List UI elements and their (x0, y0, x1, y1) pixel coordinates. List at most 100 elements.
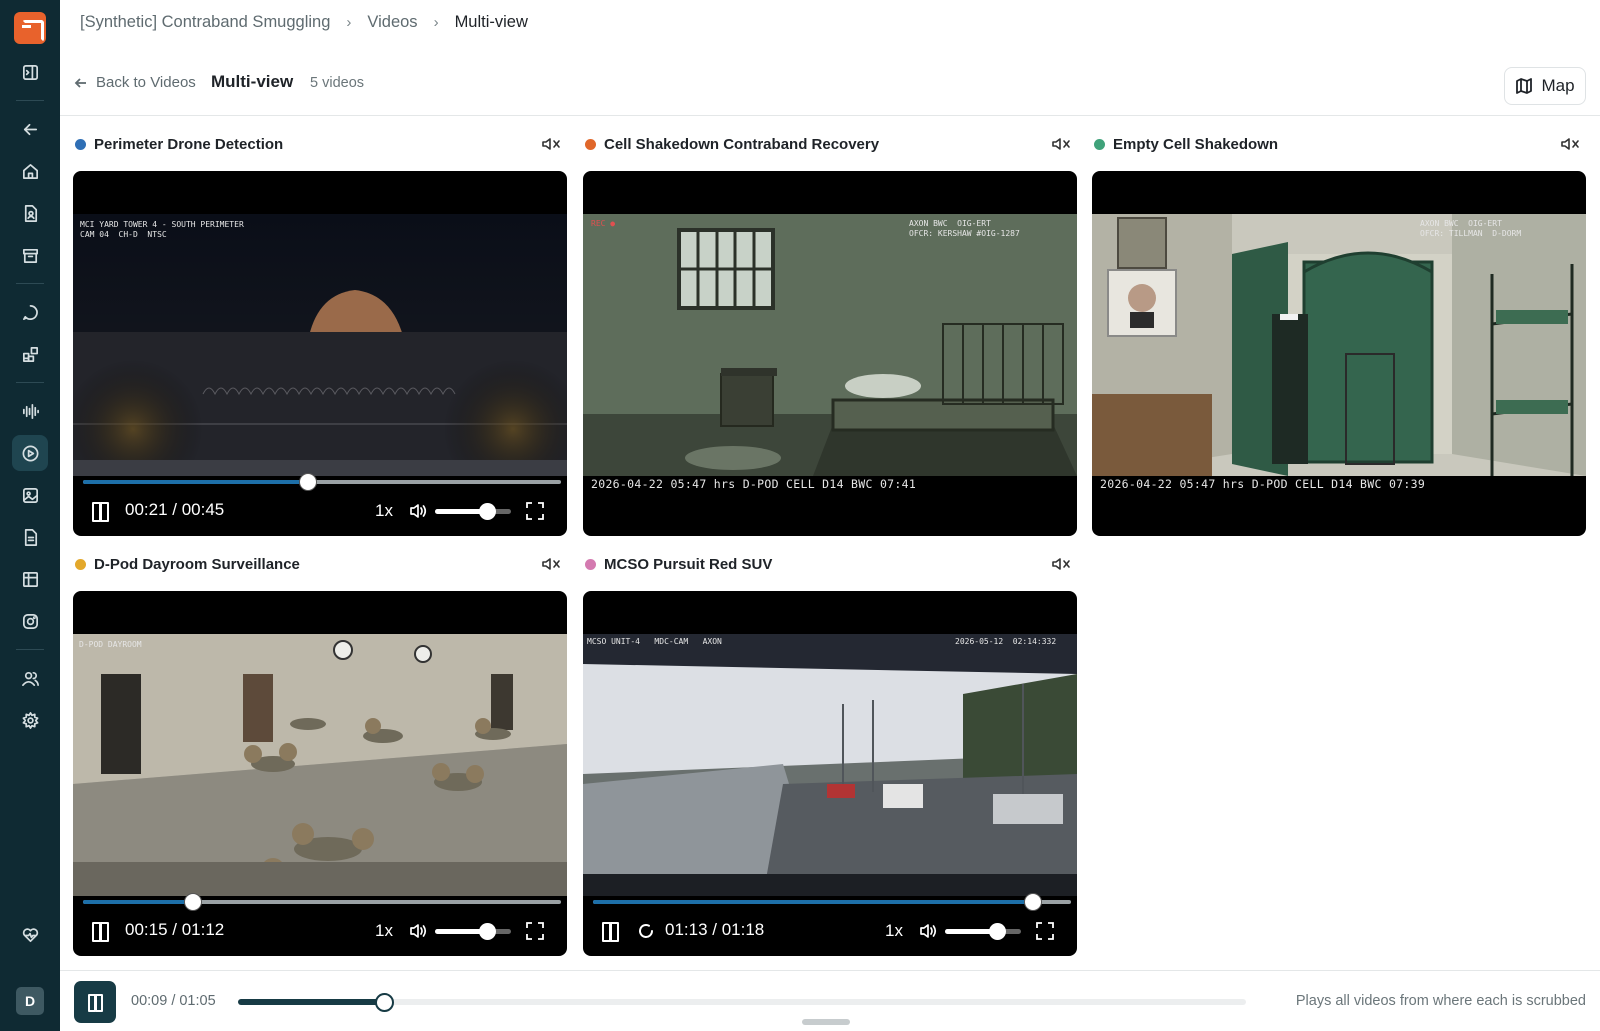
table-icon[interactable] (12, 561, 48, 597)
video-title: Empty Cell Shakedown (1113, 135, 1279, 153)
page-subheader: Back to Videos Multi-view 5 videos Map (60, 64, 1600, 116)
video-color-dot (585, 138, 596, 150)
back-to-videos-link[interactable]: Back to Videos (74, 74, 196, 91)
breadcrumb-videos[interactable]: Videos (367, 13, 417, 32)
video-tile: Perimeter Drone Detection MCI YARD TOWER… (73, 131, 567, 536)
video-color-dot (75, 138, 86, 150)
master-seek-handle[interactable] (375, 993, 395, 1012)
video-tile: Cell Shakedown Contraband Recovery REC ●… (583, 131, 1077, 536)
chat-icon[interactable] (12, 294, 48, 330)
video-frame-image (1092, 214, 1586, 476)
video-time: 00:21 / 00:45 (125, 500, 225, 519)
seek-handle[interactable] (1023, 893, 1042, 911)
video-count: 5 videos (310, 75, 365, 91)
seek-bar[interactable] (83, 473, 561, 491)
video-frame-image (583, 214, 1077, 476)
breadcrumb-chevron-icon: › (346, 13, 352, 31)
volume-slider[interactable] (945, 923, 1021, 940)
seek-handle[interactable] (183, 893, 202, 911)
master-hint-text: Plays all videos from where each is scru… (1295, 993, 1586, 1009)
fullscreen-icon[interactable] (525, 501, 545, 521)
master-time: 00:09 / 01:05 (131, 993, 216, 1009)
player-controls: 01:13 / 01:18 1x (583, 913, 1077, 949)
back-label: Back to Videos (96, 74, 196, 91)
playback-rate-button[interactable]: 1x (375, 921, 393, 941)
muted-speaker-icon[interactable] (1560, 136, 1580, 152)
fullscreen-icon[interactable] (1035, 921, 1055, 941)
camera-overlay-text: MCI YARD TOWER 4 - SOUTH PERIMETER CAM 0… (80, 220, 244, 239)
app-logo[interactable] (14, 12, 46, 44)
seek-bar[interactable] (593, 893, 1071, 911)
camera-timestamp: 2026-04-22 05:47 hrs D-POD CELL D14 BWC … (591, 477, 917, 491)
user-avatar[interactable]: D (16, 987, 44, 1015)
video-player[interactable]: AXON BWC OIG-ERT OFCR: TILLMAN D-DORM 20… (1092, 171, 1586, 536)
player-controls: 00:15 / 01:12 1x (73, 913, 567, 949)
video-title: Cell Shakedown Contraband Recovery (604, 135, 880, 153)
master-pause-button[interactable] (74, 981, 116, 1023)
video-color-dot (1094, 138, 1105, 150)
social-media-icon[interactable] (12, 603, 48, 639)
video-title: D-Pod Dayroom Surveillance (94, 555, 300, 573)
resize-handle[interactable] (802, 1019, 850, 1025)
volume-icon[interactable] (409, 502, 429, 520)
pause-icon[interactable] (91, 502, 109, 522)
archive-icon[interactable] (12, 237, 48, 273)
video-title: MCSO Pursuit Red SUV (604, 555, 773, 573)
breadcrumb-chevron-icon: › (433, 13, 439, 31)
video-player[interactable]: REC ● AXON BWC OIG-ERT OFCR: KERSHAW #OI… (583, 171, 1077, 536)
documents-icon[interactable] (12, 519, 48, 555)
playback-rate-button[interactable]: 1x (375, 501, 393, 521)
pause-icon[interactable] (601, 922, 619, 942)
video-color-dot (75, 558, 86, 570)
people-icon[interactable] (12, 660, 48, 696)
video-time: 01:13 / 01:18 (665, 920, 765, 939)
case-file-icon[interactable] (12, 195, 48, 231)
video-title: Perimeter Drone Detection (94, 135, 284, 153)
breadcrumb-current: Multi-view (454, 12, 528, 31)
video-frame-image (73, 634, 567, 896)
video-tile: Empty Cell Shakedown AXON BWC OIG-ERT OF… (1092, 131, 1586, 536)
pause-icon[interactable] (91, 922, 109, 942)
map-button[interactable]: Map (1504, 67, 1586, 105)
back-arrow-icon[interactable] (12, 111, 48, 147)
breadcrumb-case[interactable]: [Synthetic] Contraband Smuggling (80, 13, 330, 32)
muted-speaker-icon[interactable] (541, 556, 561, 572)
images-icon[interactable] (12, 477, 48, 513)
muted-speaker-icon[interactable] (541, 136, 561, 152)
arrow-left-icon (74, 77, 86, 88)
settings-gear-icon[interactable] (12, 702, 48, 738)
muted-speaker-icon[interactable] (1051, 136, 1071, 152)
fullscreen-icon[interactable] (525, 921, 545, 941)
page-title: Multi-view (211, 72, 294, 91)
home-icon[interactable] (12, 153, 48, 189)
recording-indicator: REC ● (591, 219, 616, 228)
volume-icon[interactable] (919, 922, 939, 940)
volume-icon[interactable] (409, 922, 429, 940)
camera-timestamp: 2026-04-22 05:47 hrs D-POD CELL D14 BWC … (1100, 477, 1426, 491)
audio-waveform-icon[interactable] (12, 393, 48, 429)
muted-speaker-icon[interactable] (1051, 556, 1071, 572)
seek-handle[interactable] (298, 473, 317, 491)
health-heart-icon[interactable] (12, 917, 48, 953)
videos-icon[interactable] (12, 435, 48, 471)
volume-slider[interactable] (435, 503, 511, 520)
video-player[interactable]: MCI YARD TOWER 4 - SOUTH PERIMETER CAM 0… (73, 171, 567, 536)
apps-icon[interactable] (12, 336, 48, 372)
camera-overlay-text: AXON BWC OIG-ERT OFCR: KERSHAW #OIG-1287 (909, 219, 1020, 238)
breadcrumb: [Synthetic] Contraband Smuggling › Video… (80, 10, 528, 34)
camera-overlay-text: AXON BWC OIG-ERT OFCR: TILLMAN D-DORM (1420, 219, 1522, 238)
video-tile: MCSO Pursuit Red SUV MCSO UNIT-4 MDC-CAM… (583, 551, 1077, 956)
playback-rate-button[interactable]: 1x (885, 921, 903, 941)
seek-bar[interactable] (83, 893, 561, 911)
master-seek-bar[interactable] (238, 993, 1246, 1012)
collapse-sidebar-icon[interactable] (12, 54, 48, 90)
map-icon (1516, 78, 1533, 94)
app-sidebar: D (0, 0, 60, 1031)
player-controls: 00:21 / 00:45 1x (73, 493, 567, 529)
video-player[interactable]: D-POD DAYROOM 00:15 / 01:12 1x (73, 591, 567, 956)
loading-spinner-icon (637, 922, 655, 940)
camera-timestamp: 2026-05-12 02:14:332 (955, 637, 1057, 646)
video-player[interactable]: MCSO UNIT-4 MDC-CAM AXON 2026-05-12 02:1… (583, 591, 1077, 956)
volume-slider[interactable] (435, 923, 511, 940)
map-label: Map (1541, 76, 1575, 95)
